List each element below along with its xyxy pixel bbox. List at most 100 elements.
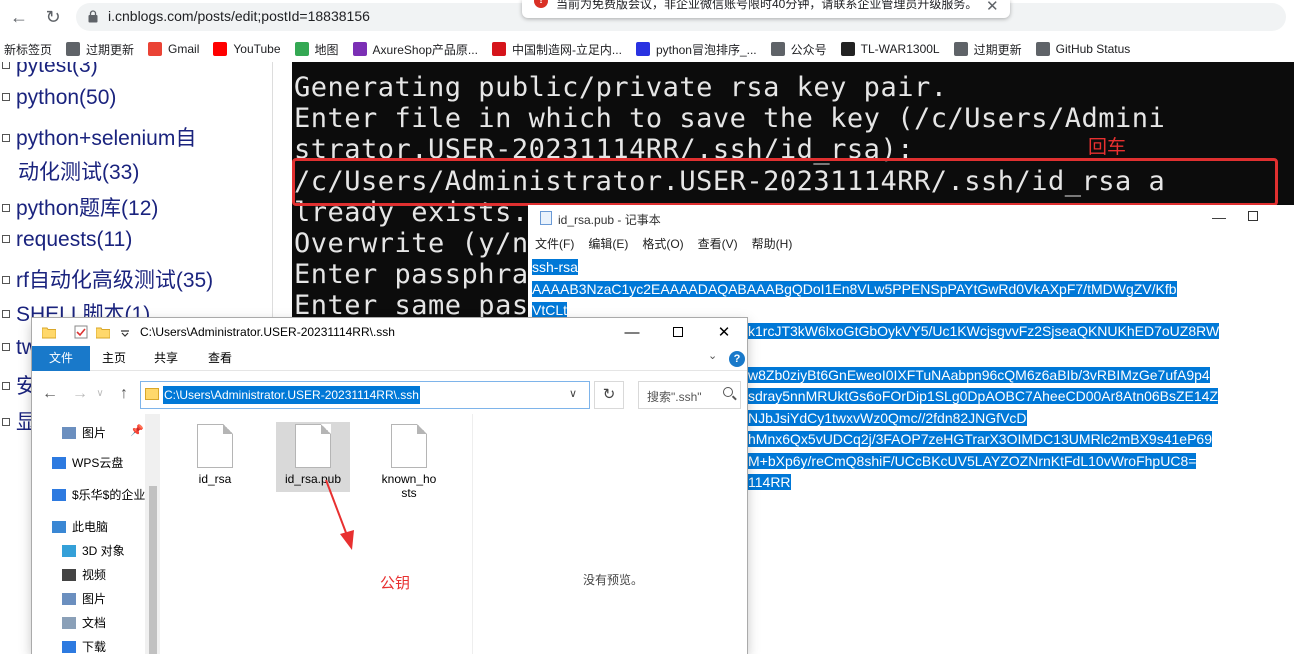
bookmark-item[interactable]: 新标签页 xyxy=(4,41,52,58)
menu-item[interactable]: 文件(F) xyxy=(535,233,574,255)
minimize-button[interactable]: — xyxy=(609,318,655,346)
gmail-icon xyxy=(148,42,163,56)
maximize-button[interactable] xyxy=(655,318,701,346)
tab-share[interactable]: 共享 xyxy=(146,346,186,371)
close-icon[interactable]: ✕ xyxy=(986,0,999,15)
bookmark-item[interactable]: 地图 xyxy=(294,41,339,58)
bookmark-item[interactable]: 过期更新 xyxy=(66,41,134,58)
category-link[interactable]: python+selenium自 xyxy=(0,122,196,152)
properties-icon[interactable] xyxy=(74,325,88,339)
nav-item[interactable]: 图片 xyxy=(62,590,106,607)
search-icon xyxy=(723,387,733,397)
text-line: hMnx6Qx5vUDCq2j/3FAOP7zeHGTrarX3OIMDC13U… xyxy=(748,429,1212,451)
bookmark-item[interactable]: TL-WAR1300L xyxy=(840,42,940,56)
category-label: requests(11) xyxy=(16,228,133,251)
chevron-down-icon[interactable] xyxy=(118,325,132,339)
bookmark-label: 过期更新 xyxy=(86,42,135,57)
nav-item[interactable]: 视频 xyxy=(62,566,106,583)
menu-item[interactable]: 编辑(E) xyxy=(588,233,628,255)
nav-item-label: 此电脑 xyxy=(72,520,109,534)
bookmark-item[interactable]: 公众号 xyxy=(770,41,827,58)
bookmark-item[interactable]: YouTube xyxy=(213,42,281,56)
category-link[interactable]: python(50) xyxy=(0,86,116,110)
bookmark-item[interactable]: python冒泡排序_... xyxy=(635,41,757,58)
bookmark-item[interactable]: AxureShop产品原... xyxy=(352,41,478,58)
category-link[interactable]: python题库(12) xyxy=(0,192,158,222)
tab-view[interactable]: 查看 xyxy=(200,346,240,371)
bookmarks-bar: 新标签页 过期更新 Gmail YouTube 地图 AxureShop产品原... 中国制… xyxy=(0,36,1294,62)
selected-text: hMnx6Qx5vUDCq2j/3FAOP7zeHGTrarX3OIMDC13U… xyxy=(748,431,1212,447)
category-link[interactable]: rf自动化高级测试(35) xyxy=(0,264,213,294)
new-folder-icon[interactable] xyxy=(96,325,110,339)
bookmark-item[interactable]: Gmail xyxy=(148,42,199,56)
text-line: 114RR xyxy=(748,472,791,494)
refresh-button[interactable]: ↻ xyxy=(594,381,624,409)
selected-text: AAAAB3NzaC1yc2EAAAADAQABAAABgQDoI1En8VLw… xyxy=(532,280,1177,297)
terminal-line: Enter passphrase xyxy=(294,259,563,290)
text-line: sdray5nnMRUktGs6oFOrDip1SLg0DpAOBC7AheeC… xyxy=(748,386,1218,408)
nav-item-label: WPS云盘 xyxy=(72,456,124,470)
reload-icon[interactable]: ↻ xyxy=(40,4,66,30)
search-input[interactable]: 搜索".ssh" xyxy=(638,381,741,409)
nav-item[interactable]: 图片 xyxy=(62,424,106,441)
bookmark-label: YouTube xyxy=(233,42,281,56)
up-arrow-icon[interactable]: ↑ xyxy=(114,384,134,404)
maximize-button[interactable] xyxy=(1248,211,1258,221)
address-path: C:\Users\Administrator.USER-20231114RR\.… xyxy=(163,386,420,404)
bullet-icon xyxy=(2,234,10,243)
text-line: AAAAB3NzaC1yc2EAAAADAQABAAABgQDoI1En8VLw… xyxy=(532,279,1177,301)
ribbon-expand-icon[interactable]: ⌄ xyxy=(708,349,717,362)
category-label: python+selenium自 xyxy=(16,127,197,150)
bullet-icon xyxy=(2,133,10,142)
scrollbar-thumb[interactable] xyxy=(149,486,157,654)
nav-item[interactable]: 下载 xyxy=(62,638,106,654)
selected-text: sdray5nnMRUktGs6oFOrDip1SLg0DpAOBC7AheeC… xyxy=(748,388,1218,404)
bookmark-label: AxureShop产品原... xyxy=(372,42,478,57)
tab-file[interactable]: 文件 xyxy=(32,346,90,371)
menu-item[interactable]: 查看(V) xyxy=(698,233,738,255)
bookmark-label: 新标签页 xyxy=(4,42,53,57)
folder-icon xyxy=(42,327,56,339)
category-link[interactable]: 动化测试(33) xyxy=(18,156,139,186)
nav-item[interactable]: 此电脑 xyxy=(52,518,108,535)
back-arrow-icon[interactable]: ← xyxy=(40,384,60,404)
bullet-icon xyxy=(2,62,10,69)
bookmark-item[interactable]: GitHub Status xyxy=(1035,42,1131,56)
nav-item-label: 图片 xyxy=(82,426,107,440)
minimize-button[interactable]: — xyxy=(1204,205,1234,231)
bookmark-item[interactable]: 过期更新 xyxy=(953,41,1022,58)
building-icon xyxy=(52,488,66,501)
back-icon[interactable]: ← xyxy=(6,4,32,30)
menu-item[interactable]: 帮助(H) xyxy=(752,233,793,255)
category-label: 动化测试(33) xyxy=(18,161,140,184)
tab-home[interactable]: 主页 xyxy=(94,346,134,371)
address-input[interactable]: C:\Users\Administrator.USER-20231114RR\.… xyxy=(140,381,590,409)
maps-icon xyxy=(294,42,309,56)
annotation-public-key: 公钥 xyxy=(380,575,411,592)
close-button[interactable]: ✕ xyxy=(701,318,747,346)
chevron-down-icon[interactable]: ∨ xyxy=(569,387,577,400)
category-link[interactable]: requests(11) xyxy=(0,228,132,252)
recent-dropdown-icon[interactable]: ∨ xyxy=(90,384,110,404)
nav-item[interactable]: 文档 xyxy=(62,614,106,631)
bookmark-label: GitHub Status xyxy=(1055,42,1131,56)
file-item[interactable]: known_hosts xyxy=(372,422,446,500)
pin-icon[interactable]: 📌 xyxy=(130,424,144,437)
forward-arrow-icon[interactable]: → xyxy=(70,384,90,404)
nav-item[interactable]: 3D 对象 xyxy=(62,542,125,559)
3d-objects-icon xyxy=(62,544,76,557)
bookmark-item[interactable]: 中国制造网-立足内... xyxy=(491,41,622,58)
divider xyxy=(272,62,273,322)
globe-icon xyxy=(1035,42,1050,56)
downloads-icon xyxy=(62,640,76,653)
file-item[interactable]: id_rsa xyxy=(178,422,252,486)
nav-item[interactable]: $乐华$的企业 xyxy=(52,486,145,503)
category-link[interactable]: pytest(3) xyxy=(0,62,98,78)
help-icon[interactable]: ? xyxy=(729,351,745,367)
nav-item-label: $乐华$的企业 xyxy=(72,488,146,502)
bookmark-label: 中国制造网-立足内... xyxy=(511,42,622,57)
menu-item[interactable]: 格式(O) xyxy=(642,233,683,255)
bookmark-label: Gmail xyxy=(168,42,200,56)
nav-item[interactable]: WPS云盘 xyxy=(52,454,123,471)
mic-icon xyxy=(491,42,506,56)
